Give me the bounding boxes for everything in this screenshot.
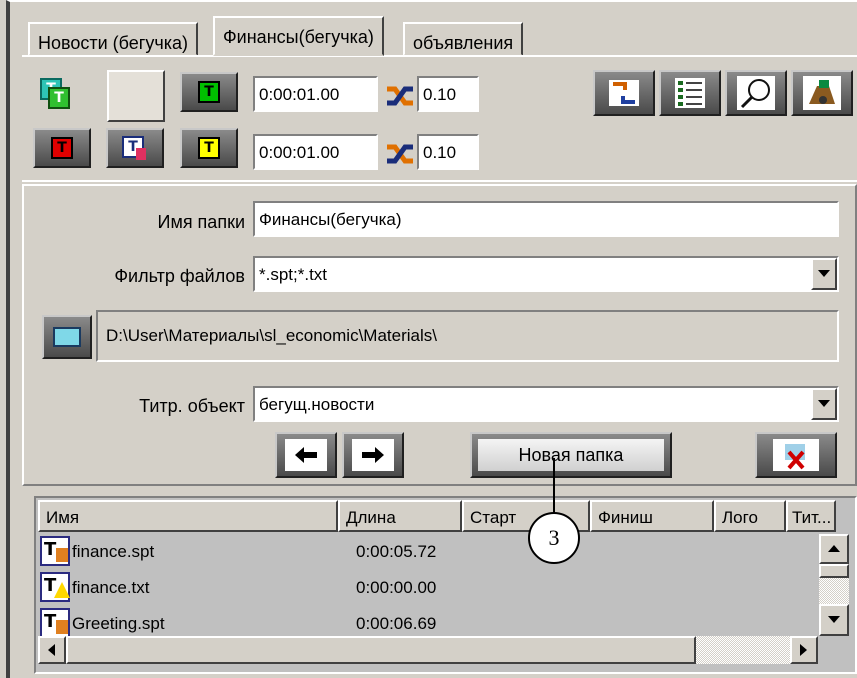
file-name: finance.spt (72, 542, 155, 561)
callout-badge: 3 (528, 512, 580, 564)
column-header-title[interactable]: Тит... (786, 500, 836, 532)
scroll-up-button[interactable] (819, 534, 849, 564)
row1-time-field[interactable]: 0:00:01.00 (253, 76, 378, 112)
chevron-down-icon (828, 616, 840, 623)
tab-announcements[interactable]: объявления (403, 22, 524, 56)
title-object-select[interactable]: бегущ.новости (253, 386, 839, 422)
tab-strip-line (22, 55, 857, 57)
spt-file-icon: T (40, 536, 70, 566)
column-header-logo[interactable]: Лого (714, 500, 786, 532)
chevron-left-icon (48, 644, 55, 656)
tab-finance[interactable]: Финансы(бегучка) (213, 16, 384, 56)
chevron-down-icon (818, 270, 830, 277)
browse-folder-button[interactable] (42, 315, 92, 359)
chevron-down-icon (818, 400, 830, 407)
delete-x-icon (773, 439, 819, 471)
move-left-button[interactable] (275, 432, 337, 478)
file-filter-select[interactable]: *.spt;*.txt (253, 256, 839, 292)
search-button[interactable] (725, 70, 787, 116)
shuffle-icon (385, 142, 415, 166)
arrow-left-icon (285, 439, 327, 471)
horizontal-scroll-thumb[interactable] (66, 636, 696, 664)
file-filter-label: Фильтр файлов (114, 266, 245, 286)
color-preview-box[interactable] (107, 70, 165, 122)
red-title-button[interactable]: T (33, 128, 91, 168)
chevron-up-icon (828, 545, 840, 552)
table-row[interactable]: T finance.txt 0:00:00.00 (40, 570, 820, 606)
chevron-right-icon (800, 644, 807, 656)
txt-warning-file-icon: T (40, 572, 70, 602)
scroll-left-button[interactable] (38, 636, 66, 664)
new-folder-button[interactable]: Новая папка (470, 432, 672, 478)
row2-time-field[interactable]: 0:00:01.00 (253, 134, 378, 170)
scroll-thumb[interactable] (819, 564, 849, 578)
folder-path-display: D:\User\Материалы\sl_economic\Materials\ (96, 310, 839, 362)
green-title-button[interactable]: T (180, 72, 238, 112)
arrow-right-icon (352, 439, 394, 471)
table-row[interactable]: T finance.spt 0:00:05.72 (40, 534, 820, 570)
tab-news[interactable]: Новости (бегучка) (28, 22, 199, 56)
file-length: 0:00:05.72 (356, 542, 437, 561)
file-length: 0:00:00.00 (356, 578, 437, 597)
shuffle-icon (385, 84, 415, 108)
toolbar-divider (22, 180, 857, 182)
timer-title-button[interactable]: T (106, 128, 164, 168)
folder-name-label: Имя папки (157, 212, 246, 232)
column-header-length[interactable]: Длина (338, 500, 462, 532)
scroll-down-button[interactable] (819, 604, 849, 636)
list-view-button[interactable] (659, 70, 721, 116)
scroll-right-button[interactable] (790, 636, 818, 664)
file-filter-dropdown-button[interactable] (811, 258, 837, 290)
refresh-button[interactable] (593, 70, 655, 116)
title-object-label: Титр. объект (139, 396, 245, 416)
title-object-icon: T T (40, 78, 72, 110)
file-name: Greeting.spt (72, 614, 165, 633)
row2-speed-field[interactable]: 0.10 (417, 134, 479, 170)
table-row[interactable]: T Greeting.spt 0:00:06.69 (40, 606, 820, 636)
folder-name-input[interactable]: Финансы(бегучка) (253, 201, 839, 237)
delete-button[interactable] (755, 432, 837, 478)
settings-tool-button[interactable] (791, 70, 853, 116)
folder-icon (53, 327, 81, 347)
row1-speed-field[interactable]: 0.10 (417, 76, 479, 112)
file-name: finance.txt (72, 578, 150, 597)
move-right-button[interactable] (342, 432, 404, 478)
callout-leader-line (553, 458, 555, 514)
spt-file-icon: T (40, 608, 70, 636)
title-object-dropdown-button[interactable] (811, 388, 837, 420)
column-header-name[interactable]: Имя (38, 500, 338, 532)
column-header-finish[interactable]: Финиш (590, 500, 714, 532)
yellow-title-button[interactable]: T (180, 128, 238, 168)
file-length: 0:00:06.69 (356, 614, 437, 633)
